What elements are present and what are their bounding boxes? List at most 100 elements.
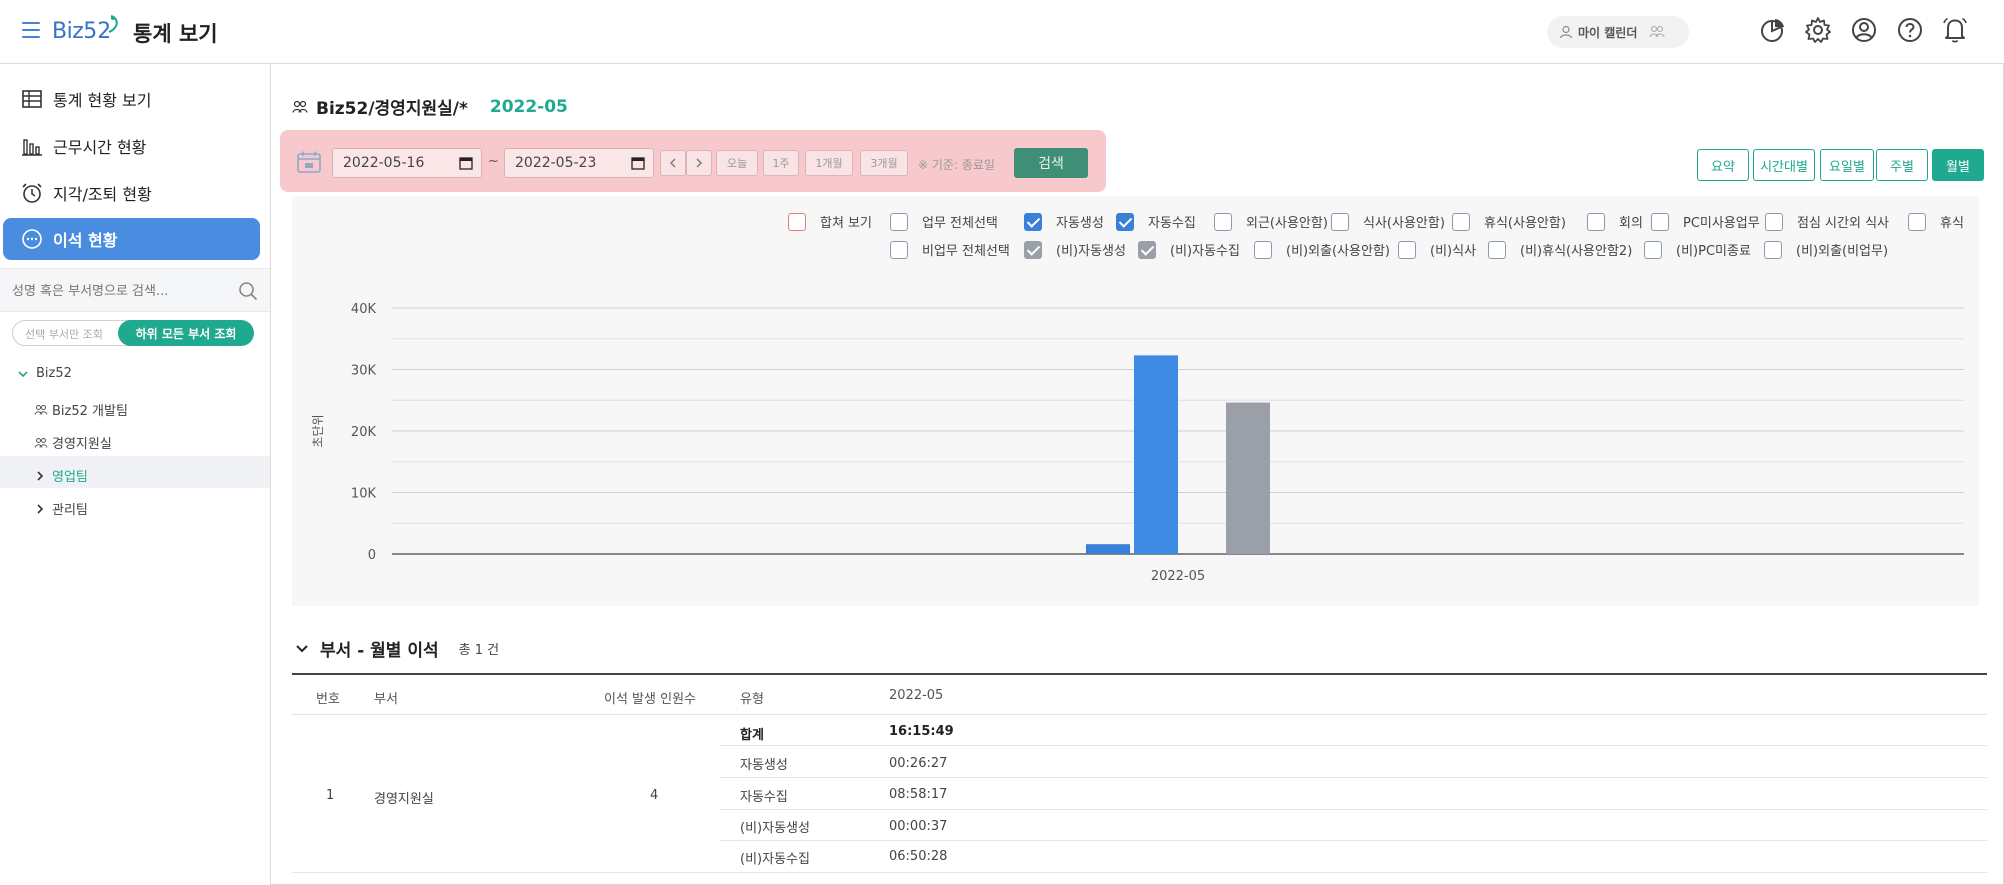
tree-item-sales-team[interactable]: 영업팀 — [36, 466, 88, 485]
chevron-down-icon — [296, 644, 308, 652]
alarm-clock-icon — [22, 183, 42, 203]
tree-label: 경영지원실 — [52, 437, 112, 452]
logo-number: 52 — [83, 18, 112, 44]
col-header-type: 유형 — [740, 692, 764, 707]
calendar-icon[interactable] — [296, 150, 322, 174]
breadcrumb-path: Biz52/경영지원실/* — [316, 99, 468, 119]
dept-search-input[interactable] — [12, 281, 232, 301]
group-icon — [1649, 25, 1665, 38]
chevron-down-icon — [18, 370, 28, 377]
more-circle-icon — [22, 229, 42, 249]
row-people: 4 — [650, 788, 659, 803]
table-title: 부서 - 월별 이석 — [320, 641, 439, 661]
end-date-input[interactable]: 2022-05-23 — [504, 148, 654, 178]
breadcrumb-period: 2022-05 — [489, 96, 568, 117]
tree-root-biz52[interactable]: Biz52 — [18, 366, 72, 381]
bar-chart: 0 10K 20K 30K 40K 초단위 2022-05 — [311, 302, 1964, 584]
logo-text: Biz — [52, 18, 84, 44]
prev-period-button[interactable] — [660, 150, 686, 176]
view-monthly-button[interactable]: 월별 — [1932, 149, 1984, 181]
page-title: 통계 보기 — [133, 22, 218, 46]
my-calendar-button[interactable]: 마이 캘린더 — [1547, 16, 1689, 48]
row-value: 00:26:27 — [889, 756, 948, 771]
bar-(비)자동수집[interactable] — [1226, 402, 1270, 554]
quick-today-button[interactable]: 오늘 — [716, 150, 758, 176]
app-logo[interactable]: Biz 52 — [52, 14, 121, 48]
next-period-button[interactable] — [686, 150, 712, 176]
sidebar: 통계 현황 보기 근무시간 현황 지각/조퇴 현황 이석 현황 성명 혹은 부서… — [0, 64, 271, 885]
row-value: 06:50:28 — [889, 849, 948, 864]
group-icon — [34, 404, 48, 415]
tree-item-management-support[interactable]: 경영지원실 — [34, 433, 112, 452]
table-section-header[interactable]: 부서 - 월별 이석 총 1 건 — [296, 636, 499, 661]
quick-1month-button[interactable]: 1개월 — [805, 150, 853, 176]
table-bottom-border — [292, 872, 1987, 873]
sidebar-item-label: 근무시간 현황 — [53, 138, 147, 157]
view-hourly-button[interactable]: 시간대별 — [1753, 149, 1815, 181]
quick-3month-button[interactable]: 3개월 — [860, 150, 908, 176]
calendar-mini-icon — [459, 157, 473, 170]
tree-label: Biz52 — [36, 366, 72, 381]
menu-icon[interactable] — [22, 22, 40, 38]
pie-chart-icon[interactable] — [1759, 16, 1787, 44]
sidebar-item-work-hours[interactable]: 근무시간 현황 — [3, 125, 260, 167]
chevron-right-icon — [37, 470, 44, 481]
row-type: (비)자동수집 — [740, 852, 810, 867]
row-no: 1 — [326, 788, 335, 803]
quick-1week-button[interactable]: 1주 — [763, 150, 799, 176]
help-icon[interactable] — [1896, 16, 1924, 44]
scope-all-sub-depts[interactable]: 하위 모든 부서 조회 — [118, 320, 254, 346]
y-tick-label: 10K — [351, 487, 377, 502]
sidebar-item-stats-overview[interactable]: 통계 현황 보기 — [3, 78, 260, 120]
row-divider — [720, 840, 1987, 841]
row-type: (비)자동생성 — [740, 821, 810, 836]
chevron-right-icon — [37, 503, 44, 514]
y-tick-label: 40K — [351, 302, 377, 317]
col-header-people: 이석 발생 인원수 — [604, 692, 696, 707]
view-weekday-button[interactable]: 요일별 — [1820, 149, 1874, 181]
sidebar-item-late-early[interactable]: 지각/조퇴 현황 — [3, 172, 260, 214]
row-value-total: 16:15:49 — [889, 724, 954, 739]
dept-search — [0, 268, 270, 312]
group-icon — [292, 100, 308, 113]
tree-item-admin-team[interactable]: 관리팀 — [36, 499, 88, 518]
scope-toggle: 선택 부서만 조회 하위 모든 부서 조회 — [12, 320, 254, 346]
row-divider — [720, 745, 1987, 746]
bar-자동생성[interactable] — [1086, 544, 1130, 554]
search-icon[interactable] — [238, 281, 258, 301]
sidebar-item-away-status[interactable]: 이석 현황 — [3, 218, 260, 260]
calendar-mini-icon — [631, 157, 645, 170]
start-date-input[interactable]: 2022-05-16 — [332, 148, 482, 178]
view-weekly-button[interactable]: 주별 — [1876, 149, 1928, 181]
row-type: 자동수집 — [740, 790, 788, 805]
breadcrumb: Biz52/경영지원실/* 2022-05 — [292, 94, 568, 119]
date-filter-bar: 2022-05-16 ~ 2022-05-23 오늘 1주 1개월 3개월 ※ … — [280, 130, 1106, 192]
tree-label: 관리팀 — [52, 503, 88, 518]
chevron-right-icon — [696, 158, 702, 168]
row-type-total: 합계 — [740, 728, 764, 743]
user-icon — [1559, 25, 1573, 39]
chevron-left-icon — [670, 158, 676, 168]
y-tick-label: 20K — [351, 425, 377, 440]
row-value: 08:58:17 — [889, 787, 948, 802]
bell-icon[interactable] — [1941, 16, 1969, 44]
row-divider — [720, 809, 1987, 810]
search-button[interactable]: 검색 — [1014, 148, 1088, 178]
col-header-dept: 부서 — [374, 692, 398, 707]
date-range-separator: ~ — [488, 154, 499, 169]
account-icon[interactable] — [1850, 16, 1878, 44]
row-type: 자동생성 — [740, 758, 788, 773]
scope-selected-only[interactable]: 선택 부서만 조회 — [25, 326, 103, 342]
end-date-value: 2022-05-23 — [515, 155, 597, 171]
tree-label: Biz52 개발팀 — [52, 404, 128, 419]
table-icon — [22, 90, 42, 108]
tree-item-dev-team[interactable]: Biz52 개발팀 — [34, 400, 128, 419]
bar-자동수집[interactable] — [1134, 355, 1178, 554]
col-header-no: 번호 — [316, 692, 340, 707]
top-header: Biz 52 통계 보기 마이 캘린더 — [0, 0, 2004, 64]
view-summary-button[interactable]: 요약 — [1697, 149, 1749, 181]
gear-icon[interactable] — [1804, 16, 1832, 44]
row-dept: 경영지원실 — [374, 792, 434, 807]
bar-chart-icon — [22, 139, 42, 156]
table-top-border — [292, 673, 1987, 675]
